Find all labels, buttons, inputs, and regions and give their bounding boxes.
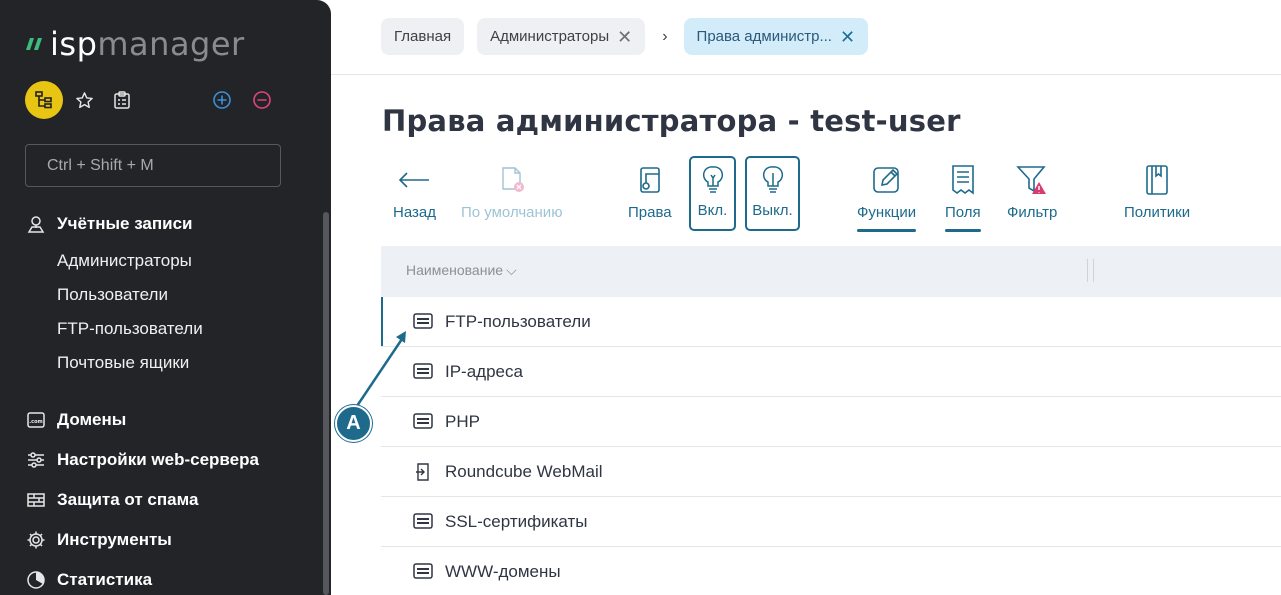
sidebar-item-administrators[interactable]: Администраторы [25,244,203,278]
logo-mark-icon [26,38,42,50]
module-icon [413,362,433,380]
app-window: ispmanager Ctrl + Shift + M Учётные запи… [0,0,1281,595]
nav-accounts-label: Учётные записи [57,214,193,233]
table-row[interactable]: FTP-пользователи [381,297,1281,347]
filter-warning-icon [1015,162,1049,198]
firewall-icon [25,489,47,511]
breadcrumb-administrators[interactable]: Администраторы ✕ [477,18,646,55]
main-content: Главная Администраторы ✕ › Права админис… [331,0,1281,595]
star-icon[interactable] [74,90,94,110]
column-resize-handle[interactable] [1087,259,1094,282]
collapse-all-icon[interactable] [252,90,272,110]
module-icon [413,312,433,330]
page-title: Права администратора - test-user [382,104,961,138]
nav-tools-label: Инструменты [57,530,172,549]
tree-icon [35,91,52,109]
lightbulb-on-icon [696,162,730,198]
nav-tools[interactable]: Инструменты [25,528,172,552]
module-icon [413,512,433,530]
functions-button[interactable]: Функции [857,162,917,232]
nav-accounts: Учётные записи Администраторы Пользовате… [25,212,203,380]
row-label: PHP [445,411,480,431]
module-icon [413,412,433,430]
callout-badge: A [335,405,372,442]
nav-spam-protection[interactable]: Защита от спама [25,488,198,512]
rights-scroll-icon [633,162,667,198]
policies-button[interactable]: Политики [1124,162,1190,232]
filter-button[interactable]: Фильтр [1007,162,1057,232]
back-button[interactable]: Назад [393,162,436,232]
domain-icon: .com [25,409,47,431]
nav-spam-label: Защита от спама [57,490,199,509]
policy-book-icon [1140,162,1174,198]
lightbulb-off-icon [756,162,790,198]
chevron-down-icon: ⌵ [506,262,517,278]
nav-statistics-label: Статистика [57,570,153,589]
chevron-right-icon: › [662,27,668,45]
row-label: IP-адреса [445,361,523,381]
row-label: SSL-сертификаты [445,511,588,531]
close-tab-icon[interactable]: ✕ [617,28,632,46]
nav-statistics[interactable]: Статистика [25,568,152,592]
sidebar-item-mailboxes[interactable]: Почтовые ящики [25,346,203,380]
receipt-icon [946,162,980,198]
nav-web-server-label: Настройки web-сервера [57,450,259,469]
edit-icon [870,162,904,198]
reset-document-icon [495,162,529,198]
pie-chart-icon [25,569,47,591]
disable-button[interactable]: Выкл. [745,156,800,231]
sidebar: ispmanager Ctrl + Shift + M Учётные запи… [0,0,331,595]
nav-accounts-header[interactable]: Учётные записи [25,212,203,236]
close-tab-icon[interactable]: ✕ [840,28,855,46]
breadcrumb: Главная Администраторы ✕ › Права админис… [381,18,881,55]
row-label: WWW-домены [445,561,561,581]
rights-button[interactable]: Права [628,162,672,232]
module-icon [413,562,433,580]
header-divider [331,74,1281,75]
sidebar-scrollbar[interactable] [323,212,329,595]
logo[interactable]: ispmanager [26,24,245,64]
table-header: Наименование ⌵ [381,246,1281,297]
external-module-icon [413,462,433,481]
fields-underline [945,229,981,232]
breadcrumb-admin-rights[interactable]: Права администр... ✕ [683,18,869,55]
table-row[interactable]: IP-адреса [381,347,1281,397]
svg-text:.com: .com [29,419,43,425]
table-row[interactable]: SSL-сертификаты [381,497,1281,547]
rights-table: Наименование ⌵ FTP-пользователи IP-адреса P… [381,246,1281,595]
column-header-name[interactable]: Наименование ⌵ [406,262,517,279]
enable-button[interactable]: Вкл. [689,156,736,231]
quick-actions [25,81,315,119]
logo-text: ispmanager [50,25,245,63]
breadcrumb-home[interactable]: Главная [381,18,465,55]
expand-all-icon[interactable] [212,90,232,110]
nav-domains-label: Домены [57,410,127,429]
nav-web-server-settings[interactable]: Настройки web-сервера [25,448,259,472]
arrow-left-icon [397,162,431,198]
table-row[interactable]: PHP [381,397,1281,447]
row-label: Roundcube WebMail [445,461,603,481]
default-button[interactable]: По умолчанию [461,162,562,232]
table-row[interactable]: WWW-домены [381,547,1281,595]
nav-domains[interactable]: .com Домены [25,408,126,432]
sidebar-item-users[interactable]: Пользователи [25,278,203,312]
user-pin-icon [25,213,47,235]
table-row[interactable]: Roundcube WebMail [381,447,1281,497]
fields-button[interactable]: Поля [945,162,981,232]
row-label: FTP-пользователи [445,311,591,331]
menu-tree-button[interactable] [25,81,63,119]
functions-underline [857,229,917,232]
sidebar-item-ftp-users[interactable]: FTP-пользователи [25,312,203,346]
menu-search-input[interactable]: Ctrl + Shift + M [25,144,281,187]
sliders-icon [25,449,47,471]
clipboard-icon[interactable] [112,90,132,110]
gear-icon [25,529,47,551]
